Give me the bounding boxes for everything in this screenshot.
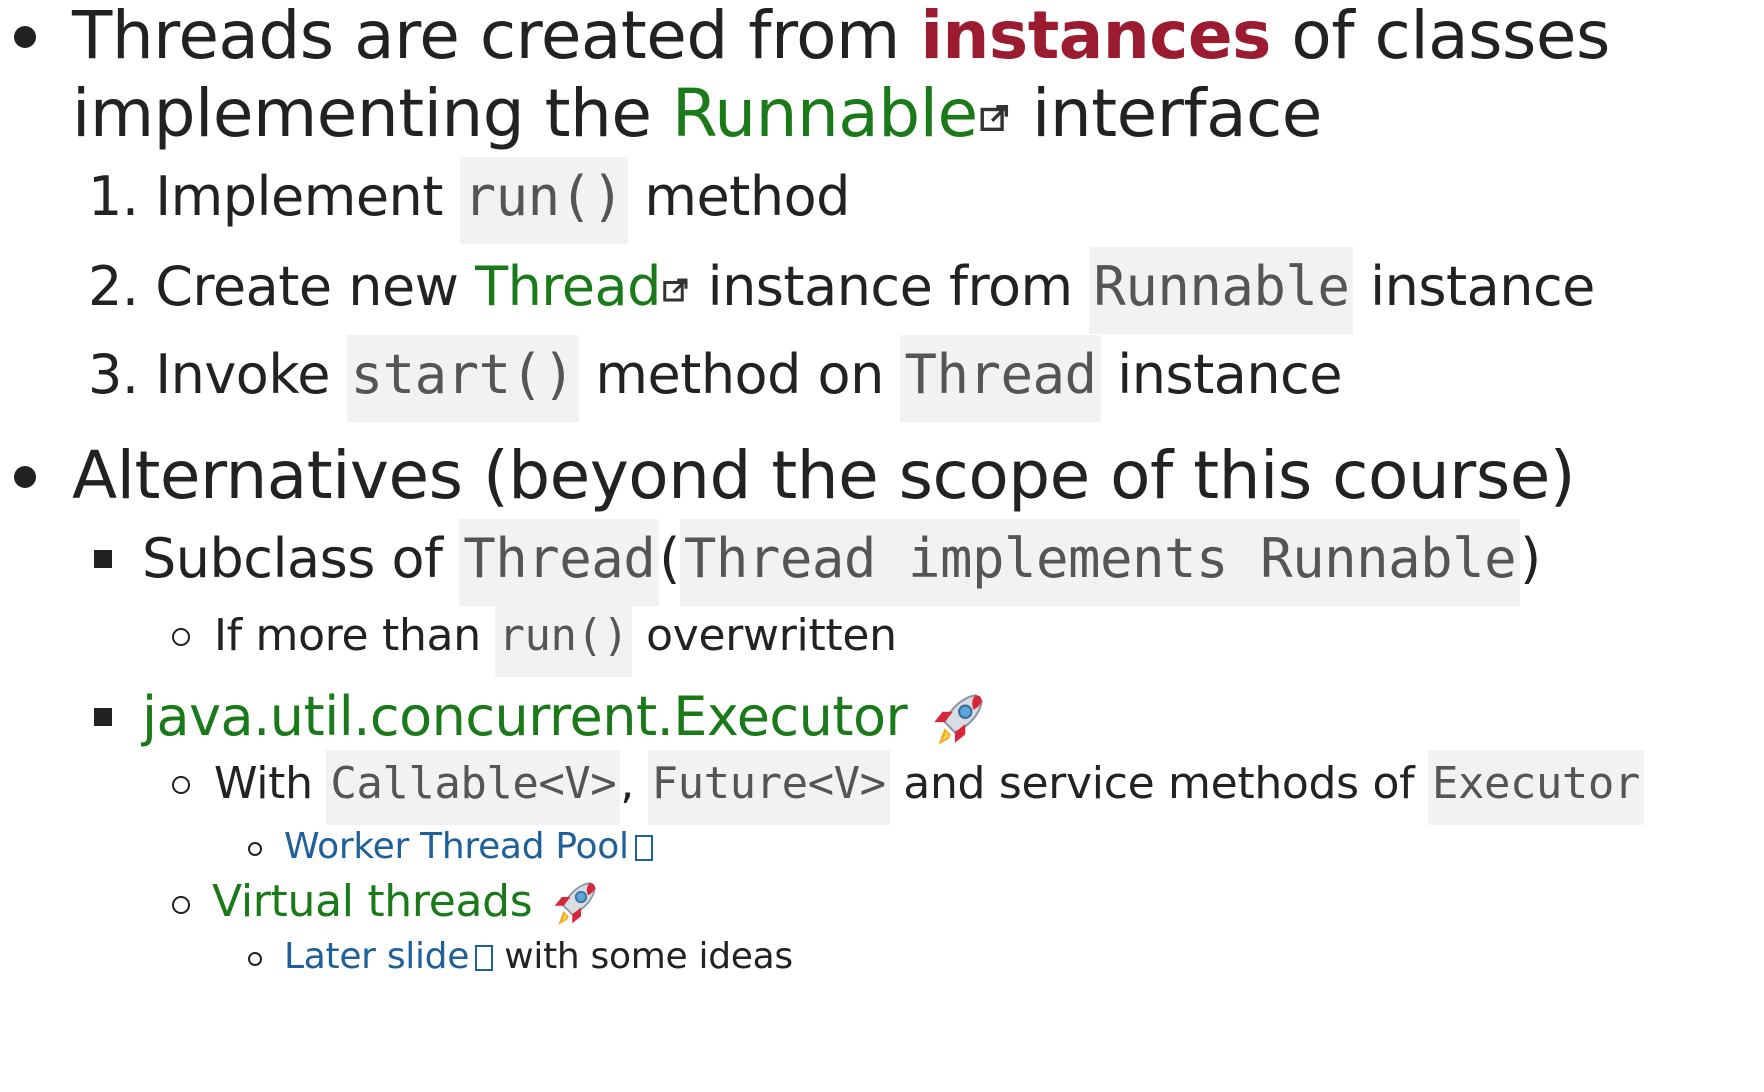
text: with some ideas xyxy=(493,936,793,977)
text: method on xyxy=(578,343,901,406)
code-runnable: Runnable xyxy=(1089,247,1354,334)
text: and service methods of xyxy=(889,758,1428,809)
bullet-circle-small xyxy=(248,842,262,856)
subclass-note: If more than run() overwritten xyxy=(214,602,897,677)
bullet-square xyxy=(94,708,112,726)
text: interface xyxy=(1011,75,1322,152)
missing-glyph-icon xyxy=(634,835,653,861)
text: Subclass of xyxy=(142,527,460,590)
text: Threads are created from xyxy=(72,0,921,74)
alternatives-heading: Alternatives (beyond the scope of this c… xyxy=(72,432,1576,520)
external-link-icon xyxy=(663,278,688,302)
rocket-icon xyxy=(934,694,983,746)
missing-glyph-icon xyxy=(475,945,494,971)
later-slide-link[interactable]: Later slide xyxy=(284,936,469,977)
bullet-disc xyxy=(14,26,36,48)
virtual-threads-item: Virtual threads xyxy=(212,872,602,932)
bullet-circle xyxy=(172,776,190,794)
code-thread: Thread xyxy=(900,335,1101,422)
step-2: 2. Create new Thread instance from Runna… xyxy=(88,247,1595,334)
external-link-icon xyxy=(980,104,1008,131)
worker-pool-item: Worker Thread Pool xyxy=(284,822,653,872)
step-3: 3. Invoke start() method on Thread insta… xyxy=(88,335,1342,422)
code-start: start() xyxy=(346,335,579,422)
bullet-circle xyxy=(172,628,190,646)
rocket-icon xyxy=(554,882,597,925)
later-slide-item: Later slide with some ideas xyxy=(284,932,793,982)
worker-thread-pool-link[interactable]: Worker Thread Pool xyxy=(284,826,629,867)
text: instance xyxy=(1100,343,1342,406)
bullet-circle-small xyxy=(248,952,262,966)
code-thread-implements-runnable: Thread implements Runnable xyxy=(679,519,1521,606)
bullet-square xyxy=(94,550,112,568)
bullet-circle xyxy=(172,896,190,914)
text: instance xyxy=(1353,255,1595,318)
executor-item: java.util.concurrent.Executor xyxy=(142,680,990,754)
code-thread: Thread xyxy=(459,519,660,606)
step-number: 2. xyxy=(88,255,139,318)
text: , xyxy=(620,758,648,809)
text: ) xyxy=(1520,527,1541,590)
text: instance from xyxy=(690,255,1090,318)
code-executor: Executor xyxy=(1427,750,1644,825)
step-number: 3. xyxy=(88,343,139,406)
text: method xyxy=(627,165,850,228)
text: Implement xyxy=(155,165,460,228)
executor-note: With Callable<V>, Future<V> and service … xyxy=(214,750,1644,825)
text: With xyxy=(214,758,327,809)
text: of classes xyxy=(1270,0,1610,74)
virtual-threads-link[interactable]: Virtual threads xyxy=(212,876,533,927)
text: Create new xyxy=(155,255,476,318)
code-run: run() xyxy=(494,602,633,677)
bullet-disc xyxy=(14,466,36,488)
code-future: Future<V> xyxy=(647,750,890,825)
emphasis-instances: instances xyxy=(920,0,1271,74)
text: If more than xyxy=(214,610,495,661)
bullet1-line2: implementing the Runnable interface xyxy=(72,70,1322,158)
text: Invoke xyxy=(155,343,347,406)
text: implementing the xyxy=(72,75,672,152)
text: ( xyxy=(659,527,680,590)
executor-link[interactable]: java.util.concurrent.Executor xyxy=(142,685,908,748)
bullet1-line1: Threads are created from instances of cl… xyxy=(72,0,1610,80)
step-1: 1. Implement run() method xyxy=(88,157,850,244)
thread-link[interactable]: Thread xyxy=(475,255,661,318)
step-number: 1. xyxy=(88,165,139,228)
text: Alternatives (beyond the scope of this c… xyxy=(72,437,1576,514)
subclass-item: Subclass of Thread(Thread implements Run… xyxy=(142,519,1541,606)
code-run: run() xyxy=(459,157,628,244)
text: overwritten xyxy=(632,610,897,661)
code-callable: Callable<V> xyxy=(326,750,621,825)
runnable-link[interactable]: Runnable xyxy=(672,75,978,152)
